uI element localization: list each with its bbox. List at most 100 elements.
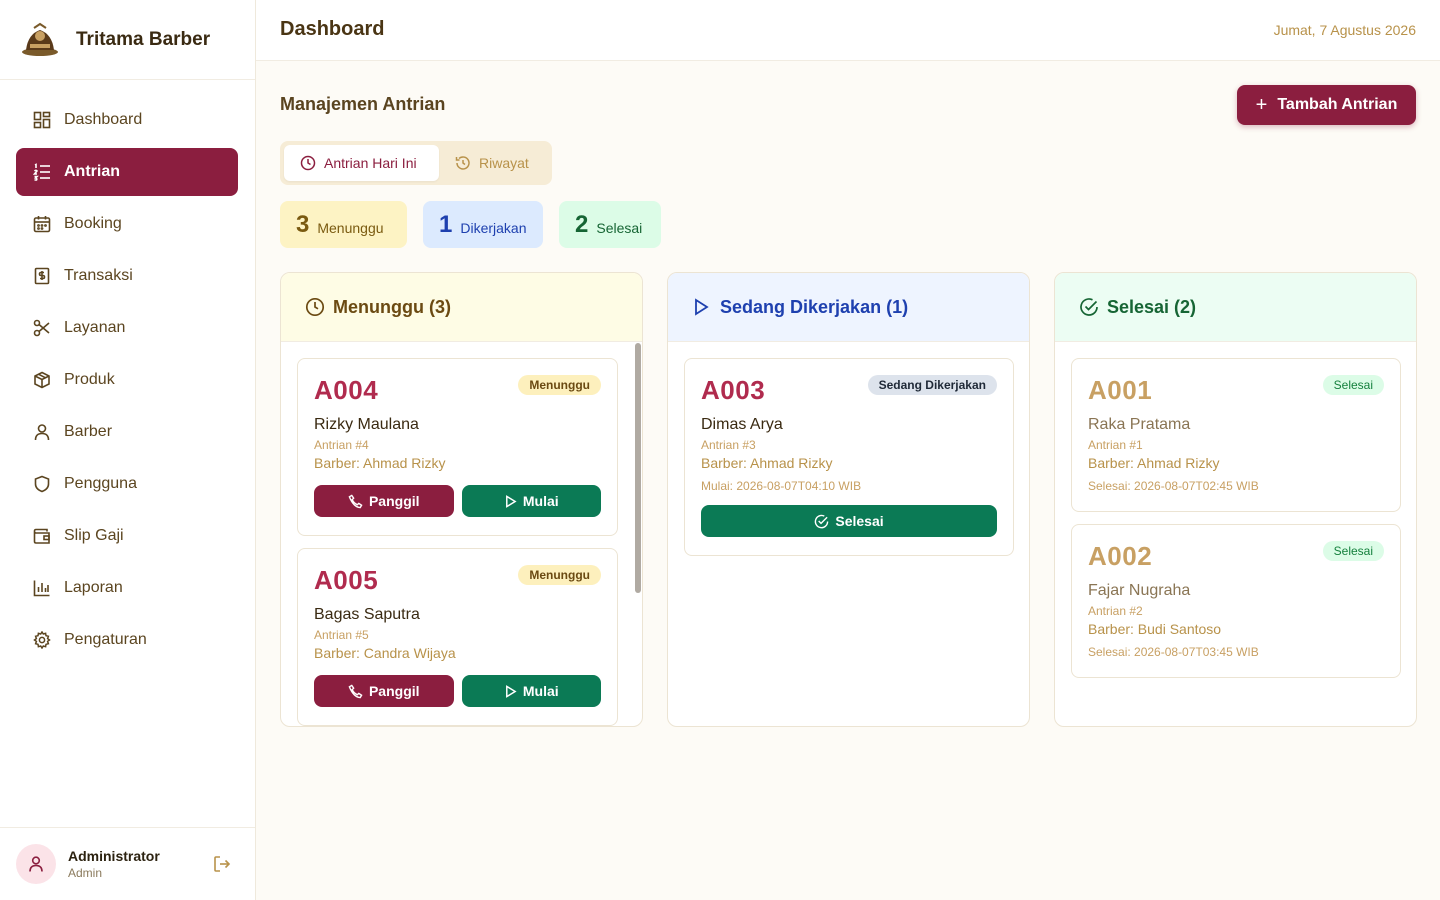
finish-time: Selesai: 2026-08-07T02:45 WIB	[1088, 479, 1259, 493]
user-role: Admin	[68, 866, 103, 880]
queue-number: Antrian #5	[314, 628, 369, 642]
tab-history[interactable]: Riwayat	[439, 145, 545, 181]
customer-name: Dimas Arya	[701, 416, 783, 433]
stat-count: 3	[296, 210, 310, 238]
tab-label: Riwayat	[479, 155, 529, 171]
shield-icon	[32, 474, 52, 494]
tab-label: Antrian Hari Ini	[324, 155, 417, 171]
start-button[interactable]: Mulai	[461, 675, 601, 707]
gear-icon	[32, 630, 52, 650]
stat-count: 2	[575, 210, 589, 238]
add-queue-label: Tambah Antrian	[1277, 96, 1398, 113]
sidebar-item-dashboard[interactable]: Dashboard	[16, 96, 238, 144]
finish-label: Selesai	[835, 513, 884, 529]
queue-stats: 3 Menunggu 1 Dikerjakan 2 Selesai	[280, 201, 677, 248]
start-label: Mulai	[522, 493, 559, 509]
card-actions: Panggil Mulai	[314, 485, 601, 517]
column-header: Menunggu (3)	[281, 273, 642, 342]
column-scrollbar[interactable]	[635, 343, 641, 593]
call-label: Panggil	[368, 683, 420, 699]
queue-tabs: Antrian Hari Ini Riwayat	[280, 141, 552, 185]
queue-card: A004 Menunggu Rizky Maulana Antrian #4 B…	[297, 358, 618, 536]
logout-icon	[214, 856, 231, 872]
sidebar-item-slip-gaji[interactable]: Slip Gaji	[16, 512, 238, 560]
package-icon	[32, 370, 52, 390]
barber-name: Barber: Ahmad Rizky	[1088, 455, 1220, 471]
add-queue-button[interactable]: + Tambah Antrian	[1237, 85, 1416, 125]
call-label: Panggil	[368, 493, 420, 509]
column-header: Selesai (2)	[1055, 273, 1416, 342]
call-button[interactable]: Panggil	[314, 675, 454, 707]
queue-card: A003 Sedang Dikerjakan Dimas Arya Antria…	[684, 358, 1014, 556]
finish-button[interactable]: Selesai	[701, 505, 997, 537]
user-avatar-icon	[29, 856, 43, 872]
sidebar-item-label: Dashboard	[64, 111, 143, 128]
barber-name: Barber: Budi Santoso	[1088, 621, 1222, 637]
column-in-progress: Sedang Dikerjakan (1) A003 Sedang Dikerj…	[667, 272, 1030, 727]
grid-icon	[32, 110, 52, 130]
barber-name: Barber: Ahmad Rizky	[314, 455, 446, 471]
tab-today-queue[interactable]: Antrian Hari Ini	[284, 145, 439, 181]
customer-name: Rizky Maulana	[314, 416, 419, 433]
barber-name: Barber: Ahmad Rizky	[701, 455, 833, 471]
sidebar-item-pengaturan[interactable]: Pengaturan	[16, 616, 238, 664]
sidebar-item-label: Slip Gaji	[64, 527, 124, 544]
column-title: Menunggu (3)	[333, 296, 451, 317]
stat-count: 1	[439, 210, 453, 238]
section-title: Manajemen Antrian	[280, 94, 446, 114]
column-title: Selesai (2)	[1107, 296, 1197, 317]
receipt-icon	[32, 266, 52, 286]
user-profile: Administrator Admin	[0, 827, 255, 900]
stat-label: Selesai	[596, 219, 643, 236]
stat-label: Dikerjakan	[460, 219, 527, 236]
plus-icon: +	[1255, 94, 1268, 116]
card-actions: Panggil Mulai	[314, 675, 601, 707]
user-name: Administrator	[68, 848, 160, 864]
stat-label: Menunggu	[317, 219, 384, 236]
current-date: Jumat, 7 Agustus 2026	[1273, 22, 1416, 38]
column-body: A001 Selesai Raka Pratama Antrian #1 Bar…	[1055, 342, 1416, 726]
clock-icon	[300, 155, 316, 171]
sidebar-item-booking[interactable]: Booking	[16, 200, 238, 248]
sidebar-item-label: Pengaturan	[64, 631, 147, 648]
sidebar-item-laporan[interactable]: Laporan	[16, 564, 238, 612]
calendar-icon	[32, 214, 52, 234]
queue-number: Antrian #3	[701, 438, 756, 452]
sidebar-item-layanan[interactable]: Layanan	[16, 304, 238, 352]
queue-card: A002 Selesai Fajar Nugraha Antrian #2 Ba…	[1071, 524, 1401, 678]
queue-card: A001 Selesai Raka Pratama Antrian #1 Bar…	[1071, 358, 1401, 512]
column-waiting: Menunggu (3) A004 Menunggu Rizky Maulana…	[280, 272, 643, 727]
call-button[interactable]: Panggil	[314, 485, 454, 517]
stat-in-progress: 1 Dikerjakan	[423, 201, 543, 248]
sidebar-item-label: Laporan	[64, 579, 123, 596]
queue-number: Antrian #2	[1088, 604, 1143, 618]
avatar[interactable]	[16, 844, 56, 884]
queue-card: A005 Menunggu Bagas Saputra Antrian #5 B…	[297, 548, 618, 726]
status-badge: Selesai	[1322, 375, 1384, 395]
list-numbered-icon	[32, 162, 52, 182]
sidebar-item-label: Pengguna	[64, 475, 137, 492]
sidebar-item-label: Produk	[64, 371, 115, 388]
start-button[interactable]: Mulai	[461, 485, 601, 517]
column-title: Sedang Dikerjakan (1)	[720, 296, 909, 317]
status-badge: Menunggu	[518, 565, 601, 585]
play-icon	[692, 297, 712, 317]
user-info: Administrator Admin	[68, 848, 160, 880]
sidebar-item-pengguna[interactable]: Pengguna	[16, 460, 238, 508]
brand[interactable]: Tritama Barber	[0, 0, 255, 80]
logout-button[interactable]	[211, 853, 233, 875]
bar-chart-icon	[32, 578, 52, 598]
play-icon	[504, 494, 517, 508]
barber-name: Barber: Candra Wijaya	[314, 645, 456, 661]
sidebar-item-barber[interactable]: Barber	[16, 408, 238, 456]
stat-done: 2 Selesai	[559, 201, 661, 248]
sidebar-item-label: Antrian	[64, 163, 120, 180]
check-circle-icon	[1079, 297, 1099, 317]
status-badge: Sedang Dikerjakan	[867, 375, 997, 395]
column-done: Selesai (2) A001 Selesai Raka Pratama An…	[1054, 272, 1417, 727]
sidebar-item-antrian[interactable]: Antrian	[16, 148, 238, 196]
sidebar-item-label: Transaksi	[64, 267, 133, 284]
start-label: Mulai	[522, 683, 559, 699]
sidebar-item-produk[interactable]: Produk	[16, 356, 238, 404]
sidebar-item-transaksi[interactable]: Transaksi	[16, 252, 238, 300]
